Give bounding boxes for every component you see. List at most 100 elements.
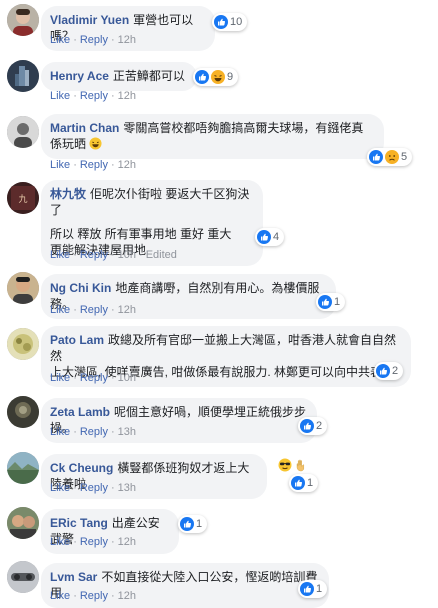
reply-link[interactable]: Reply [80, 426, 108, 438]
avatar[interactable] [7, 561, 39, 593]
reply-link[interactable]: Reply [80, 159, 108, 171]
reaction-count: 2 [316, 420, 323, 432]
edited-label[interactable]: Edited [146, 249, 177, 261]
avatar[interactable] [7, 396, 39, 428]
like-link[interactable]: Like [50, 159, 70, 171]
comment-actions: Like · Reply · 12h [50, 159, 137, 171]
reply-link[interactable]: Reply [80, 590, 108, 602]
like-link[interactable]: Like [50, 34, 70, 46]
timestamp[interactable]: 12h [118, 304, 136, 316]
commenter-name[interactable]: Ng Chi Kin [50, 281, 111, 295]
reactions-badge[interactable]: 1 [178, 515, 208, 533]
like-link[interactable]: Like [50, 249, 70, 261]
avatar[interactable] [7, 328, 39, 360]
reaction-count: 10 [230, 16, 243, 28]
reply-link[interactable]: Reply [80, 304, 108, 316]
avatar[interactable] [7, 452, 39, 484]
like-link[interactable]: Like [50, 426, 70, 438]
like-icon [376, 364, 390, 378]
commenter-name[interactable]: Lvm Sar [50, 570, 97, 584]
reactions-badge[interactable]: 5 [367, 148, 413, 166]
timestamp[interactable]: 10h [118, 249, 136, 261]
comment-text: 正苦鱆都可以 [112, 69, 185, 83]
timestamp[interactable]: 13h [118, 426, 136, 438]
comment-bubble: Henry Ace 正苦鱆都可以 [41, 62, 197, 91]
commenter-name[interactable]: ERic Tang [50, 516, 108, 530]
reactions-badge[interactable]: 10 [212, 13, 248, 31]
reply-link[interactable]: Reply [80, 536, 108, 548]
reaction-count: 2 [392, 365, 399, 377]
avatar[interactable] [7, 272, 39, 304]
reaction-count: 5 [401, 151, 408, 163]
commenter-name[interactable]: Pato Lam [50, 333, 104, 347]
comment-actions: Like · Reply · 12h [50, 90, 137, 102]
commenter-name[interactable]: Martin Chan [50, 121, 119, 135]
commenter-name[interactable]: Henry Ace [50, 69, 109, 83]
reactions-badge[interactable]: 1 [289, 474, 319, 492]
comment-actions: Like · Reply · 13h [50, 426, 137, 438]
comment-bubble: Martin Chan 零關高嘗校都唔夠膽搞高爾夫球場，有鏹佬真係玩晒 [41, 114, 384, 159]
commenter-name[interactable]: Zeta Lamb [50, 405, 110, 419]
laughing-emoji-icon [89, 137, 102, 150]
reaction-count: 4 [273, 231, 280, 243]
timestamp[interactable]: 12h [118, 159, 136, 171]
comment-actions: Like · Reply · 10h [50, 372, 137, 384]
commenter-name[interactable]: 林九牧 [50, 187, 86, 201]
like-icon [300, 582, 314, 596]
comment-text-line: 所以 釋放 所有軍事用地 重好 重大 [50, 227, 232, 241]
svg-text:九: 九 [18, 194, 27, 205]
timestamp[interactable]: 12h [118, 90, 136, 102]
timestamp[interactable]: 10h [118, 372, 136, 384]
timestamp[interactable]: 13h [118, 482, 136, 494]
like-icon [300, 419, 314, 433]
sunglasses-emoji-icon [278, 458, 292, 472]
reactions-badge[interactable]: 4 [255, 228, 285, 246]
like-icon [257, 230, 271, 244]
reply-link[interactable]: Reply [80, 90, 108, 102]
comment-actions: Like · Reply · 13h [50, 482, 137, 494]
avatar[interactable] [7, 60, 39, 92]
reaction-count: 1 [334, 296, 341, 308]
commenter-name[interactable]: Vladimir Yuen [50, 13, 129, 27]
comment-actions: Like · Reply · 12h [50, 34, 137, 46]
reply-link[interactable]: Reply [80, 482, 108, 494]
reactions-badge[interactable]: 1 [316, 293, 346, 311]
avatar[interactable]: 九 [7, 182, 39, 214]
reactions-badge[interactable]: 2 [298, 417, 328, 435]
like-link[interactable]: Like [50, 372, 70, 384]
commenter-name[interactable]: Ck Cheung [50, 461, 113, 475]
like-link[interactable]: Like [50, 482, 70, 494]
timestamp[interactable]: 12h [118, 536, 136, 548]
comment-actions: Like · Reply · 10h · Edited [50, 249, 177, 261]
reaction-count: 1 [196, 518, 203, 530]
like-icon [180, 517, 194, 531]
avatar[interactable] [7, 507, 39, 539]
sad-icon [385, 150, 399, 164]
reactions-badge[interactable]: 1 [298, 580, 328, 598]
reply-link[interactable]: Reply [80, 249, 108, 261]
like-icon [195, 70, 209, 84]
like-link[interactable]: Like [50, 90, 70, 102]
like-link[interactable]: Like [50, 590, 70, 602]
reply-link[interactable]: Reply [80, 372, 108, 384]
reactions-badge[interactable]: 2 [374, 362, 404, 380]
avatar[interactable] [7, 4, 39, 36]
like-link[interactable]: Like [50, 304, 70, 316]
like-icon [369, 150, 383, 164]
reaction-count: 9 [227, 71, 234, 83]
reactions-badge[interactable]: 9 [193, 68, 239, 86]
like-icon [318, 295, 332, 309]
timestamp[interactable]: 12h [118, 590, 136, 602]
like-link[interactable]: Like [50, 536, 70, 548]
comment-actions: Like · Reply · 12h [50, 590, 137, 602]
reaction-count: 1 [316, 583, 323, 595]
comment-actions: Like · Reply · 12h [50, 536, 137, 548]
haha-icon [211, 70, 225, 84]
like-icon [214, 15, 228, 29]
avatar[interactable] [7, 116, 39, 148]
reply-link[interactable]: Reply [80, 34, 108, 46]
timestamp[interactable]: 12h [118, 34, 136, 46]
comment-actions: Like · Reply · 12h [50, 304, 137, 316]
ok-hand-emoji-icon [294, 458, 308, 472]
like-icon [291, 476, 305, 490]
